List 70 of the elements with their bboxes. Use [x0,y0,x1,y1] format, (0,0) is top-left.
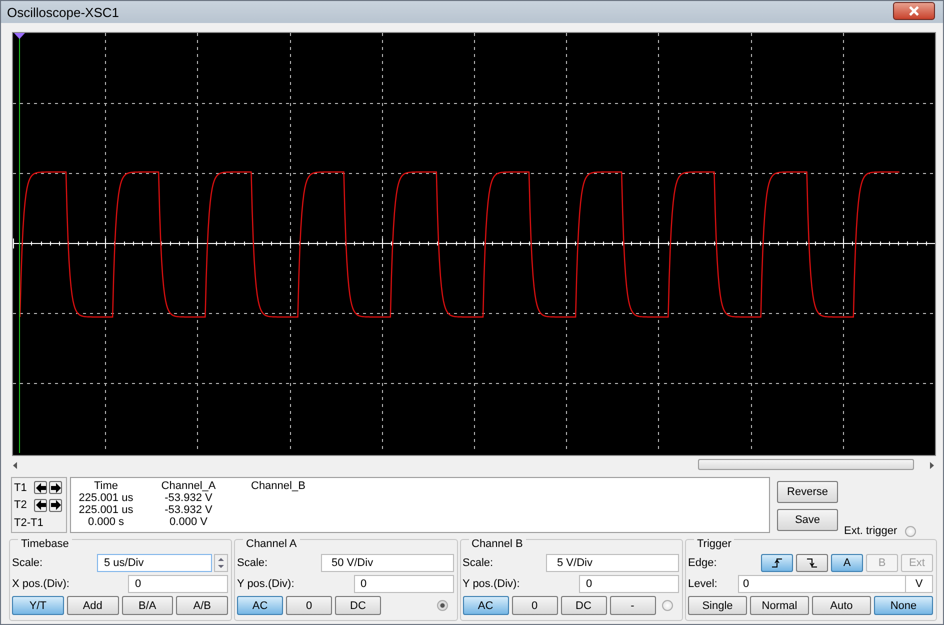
readout-value: 0.000 V [168,516,208,528]
scale-field[interactable]: 5 V/Div [546,554,679,572]
field-label: Scale: [462,557,494,569]
unit-label: V [905,576,932,592]
mode-button[interactable]: Auto [812,596,871,615]
group-title: Channel B [468,538,526,550]
field-label: Y pos.(Div): [237,578,294,590]
mode-button[interactable]: DC [335,596,381,615]
cursor-line[interactable] [14,33,25,453]
scroll-right-arrow-icon[interactable] [928,460,935,470]
position-field[interactable]: 0 [354,575,454,593]
field-label: Edge: [688,557,717,569]
scroll-left-arrow-icon[interactable] [11,460,18,470]
ext-trigger-radio[interactable] [905,526,916,536]
group-title: Trigger [694,538,734,550]
mode-button[interactable]: AC [237,596,283,615]
action-button[interactable]: Reverse [777,481,838,503]
rising-edge-icon [771,557,783,569]
position-field[interactable]: 0 [128,575,228,593]
channel-radio[interactable] [662,600,673,611]
mode-button[interactable]: B/A [122,596,174,615]
close-button[interactable] [893,2,935,20]
move-right-button[interactable] [49,481,62,494]
mode-button[interactable]: Single [688,596,747,615]
column-header: Time [92,480,120,492]
readout-value: 225.001 us [78,492,134,504]
cursor-difference-label: T2-T1 [14,516,44,529]
field-label: Scale: [12,557,43,569]
mode-button[interactable]: A/B [176,596,228,615]
mode-button[interactable]: Normal [750,596,809,615]
mode-button[interactable]: Y/T [12,596,64,615]
field-label: Scale: [237,557,268,569]
position-field[interactable]: 0 [579,575,679,593]
scrollbar-thumb[interactable] [698,459,914,470]
column-header: Channel_A [160,480,217,492]
column-header: Channel_B [250,480,306,492]
ext-trigger-label: Ext. trigger [844,525,898,537]
scale-field[interactable]: 50 V/Div [320,554,454,572]
spinner-icon[interactable] [214,554,228,572]
field-label: X pos.(Div): [12,578,70,590]
falling-edge-icon [806,557,818,569]
action-button[interactable]: Save [777,509,838,531]
scale-field[interactable]: 5 us/Div [97,554,212,572]
mode-button[interactable]: None [874,596,933,615]
level-field[interactable]: 0 V [738,575,933,593]
field-label: Y pos.(Div): [462,578,520,590]
move-left-button[interactable] [34,498,47,512]
group-title: Timebase [18,538,72,550]
close-icon [908,6,920,16]
mode-button[interactable]: DC [560,596,606,615]
move-left-button[interactable] [34,481,47,494]
field-label: Level: [688,578,718,590]
mode-button[interactable]: - [610,596,656,615]
cursor-label: T1 [14,482,28,494]
readout-value: 0.000 s [86,516,126,528]
source-button[interactable]: A [831,554,863,572]
mode-button[interactable]: 0 [512,596,558,615]
readout-value: -53.932 V [164,504,214,516]
readout-value: 225.001 us [78,504,134,516]
mode-button[interactable]: Add [66,596,118,615]
move-right-button[interactable] [49,498,62,512]
readout-value: -53.932 V [164,492,214,504]
channel-radio[interactable] [436,600,448,611]
mode-button[interactable]: 0 [286,596,332,615]
cursor-label: T2 [14,499,28,512]
group-title: Channel A [243,538,300,550]
window-title: Oscilloscope-XSC1 [7,4,119,20]
edge-button[interactable] [761,554,793,572]
edge-button[interactable] [796,554,828,572]
mode-button[interactable]: AC [462,596,508,615]
